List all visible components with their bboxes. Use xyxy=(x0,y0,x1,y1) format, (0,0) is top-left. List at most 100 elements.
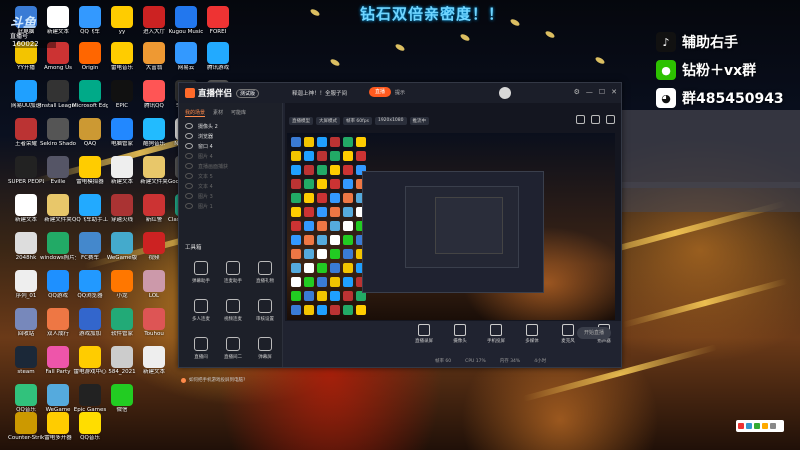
ime-icon[interactable] xyxy=(738,423,744,429)
scene-row[interactable]: 图片 4 xyxy=(179,151,282,161)
desktop-icon[interactable]: QQ飞车 xyxy=(72,6,108,35)
desktop-icon[interactable]: 新建文本 xyxy=(136,346,172,375)
eye-icon[interactable] xyxy=(185,203,193,209)
desktop-icon[interactable]: 视频 xyxy=(136,232,172,261)
desktop-icon[interactable]: Kugou Music xyxy=(168,6,204,35)
stream-title[interactable]: 释迦上神！！全服子间 xyxy=(292,89,347,97)
live-companion-window[interactable]: 直播伴侣 测试版 释迦上神！！全服子间 直播 提示 ⚙ — ☐ ✕ 我的场景 素… xyxy=(178,82,622,383)
scene-row[interactable]: 图片 1 xyxy=(179,201,282,211)
desktop-icon[interactable]: Eville xyxy=(40,156,76,185)
desktop-icon[interactable]: QQ音乐 xyxy=(72,412,108,441)
eye-icon[interactable] xyxy=(185,173,193,179)
start-live-button[interactable]: 开始直播 xyxy=(577,327,611,339)
desktop-icon[interactable]: 腾讯QQ xyxy=(136,80,172,109)
avatar[interactable] xyxy=(499,87,511,99)
desktop-icon[interactable]: Origin xyxy=(72,42,108,71)
desktop-icon[interactable]: Microsoft Edge xyxy=(72,80,108,109)
scene-row[interactable]: 直播画面捕获 xyxy=(179,161,282,171)
desktop-icon[interactable]: QQ音乐 xyxy=(8,384,44,413)
desktop-icon[interactable]: 酷狗音乐 xyxy=(136,118,172,147)
desktop-icon[interactable]: Sekiro Shadow... xyxy=(40,118,76,147)
scene-row[interactable]: 文本 5 xyxy=(179,171,282,181)
desktop-icon[interactable]: Fall Party xyxy=(40,346,76,375)
bottom-tool[interactable]: 直播录屏 xyxy=(407,324,441,344)
desktop-icon[interactable]: Epic Games xyxy=(72,384,108,413)
eye-icon[interactable] xyxy=(185,133,193,139)
preview-chip[interactable]: 帧率 60fps xyxy=(343,117,372,125)
desktop-icon[interactable]: 新建文本 xyxy=(8,194,44,223)
desktop-icon[interactable]: Counter-Strike Global Off... xyxy=(8,412,44,441)
layout-icon[interactable] xyxy=(606,115,615,124)
desktop-icon[interactable]: EPIC xyxy=(104,80,140,109)
settings-icon[interactable] xyxy=(770,423,776,429)
preview-chip[interactable]: 大屏模式 xyxy=(316,117,340,125)
scene-row[interactable]: 摄像头 2 xyxy=(179,121,282,131)
scene-row[interactable]: 文本 4 xyxy=(179,181,282,191)
tool-button[interactable]: 直播间二 xyxy=(219,337,247,360)
title-bar[interactable]: 直播伴侣 测试版 释迦上神！！全服子间 直播 提示 ⚙ — ☐ ✕ xyxy=(179,83,621,103)
desktop-icon[interactable]: yy xyxy=(104,6,140,35)
preview-chip[interactable]: 1920x1080 xyxy=(374,117,407,125)
system-tray[interactable] xyxy=(736,420,784,432)
tab-materials[interactable]: 素材 xyxy=(213,109,223,117)
tool-button[interactable]: 连麦助手 xyxy=(219,261,247,284)
eye-icon[interactable] xyxy=(185,163,193,169)
desktop-icon[interactable]: QQ游戏 xyxy=(40,270,76,299)
desktop-icon[interactable]: 进入大厅 xyxy=(136,6,172,35)
desktop-icon[interactable]: 双人成行 xyxy=(40,308,76,337)
tool-button[interactable]: 视频连麦 xyxy=(219,299,247,322)
desktop-icon[interactable]: Install League o... xyxy=(40,80,76,109)
desktop-icon[interactable]: FC赛车 xyxy=(72,232,108,261)
desktop-icon[interactable]: 回收站 xyxy=(8,308,44,337)
volume-icon[interactable] xyxy=(754,423,760,429)
bottom-tool[interactable]: 多媒体 xyxy=(515,324,549,344)
desktop-icon[interactable]: 新建文件夹 xyxy=(136,156,172,185)
tip-bar[interactable]: 如何把手机游戏投屏到电脑? xyxy=(181,375,281,385)
desktop-icon[interactable]: 序列_01 xyxy=(8,270,44,299)
desktop-icon[interactable]: 网易云 xyxy=(168,42,204,71)
settings-icon[interactable]: ⚙ xyxy=(574,88,580,96)
desktop-icon[interactable]: FOREI xyxy=(200,6,236,35)
desktop-icon[interactable]: 雷电游戏中心 xyxy=(72,346,108,375)
tool-button[interactable]: 多人连麦 xyxy=(187,299,215,322)
record-icon[interactable] xyxy=(576,115,585,124)
preview-chip[interactable]: 推流中 xyxy=(409,117,430,125)
bottom-tool[interactable]: 手机投屏 xyxy=(479,324,513,344)
tool-button[interactable]: 直播礼物 xyxy=(251,261,279,284)
eye-icon[interactable] xyxy=(185,153,193,159)
desktop-icon[interactable]: 腾讯游戏 xyxy=(200,42,236,71)
desktop-icon[interactable]: 软件管家 xyxy=(104,308,140,337)
desktop-icon[interactable]: Touhou xyxy=(136,308,172,337)
preview-chip[interactable]: 直播模型 xyxy=(289,117,313,125)
desktop-icon[interactable]: QAQ xyxy=(72,118,108,147)
desktop-icon[interactable]: 王者荣耀 xyxy=(8,118,44,147)
desktop-icon[interactable]: 雷电音乐 xyxy=(104,42,140,71)
desktop-icon[interactable]: 新红警 xyxy=(136,194,172,223)
desktop-icon[interactable]: QQ浏览器 xyxy=(72,270,108,299)
minimize-icon[interactable]: — xyxy=(586,88,593,96)
desktop-icon[interactable]: 穿越火线 xyxy=(104,194,140,223)
desktop-icon[interactable]: 2048hk xyxy=(8,232,44,261)
desktop-icon[interactable]: LOL xyxy=(136,270,172,299)
eye-icon[interactable] xyxy=(185,193,193,199)
desktop-icon[interactable]: 大富翁 xyxy=(136,42,172,71)
tab-library[interactable]: 可能库 xyxy=(231,109,246,117)
prompt-link[interactable]: 提示 xyxy=(395,89,405,96)
tool-button[interactable]: 弹幕助手 xyxy=(187,261,215,284)
network-icon[interactable] xyxy=(746,423,752,429)
scene-row[interactable]: 窗口 4 xyxy=(179,141,282,151)
desktop-icon[interactable]: 小龙 xyxy=(104,270,140,299)
tool-button[interactable]: 审核设置 xyxy=(251,299,279,322)
tool-button[interactable]: 弹幕屏 xyxy=(251,337,279,360)
maximize-icon[interactable]: ☐ xyxy=(599,88,605,96)
desktop-icon[interactable]: 网易UU加速 xyxy=(8,80,44,109)
desktop-icon[interactable]: 雷电模拟器 xyxy=(72,156,108,185)
desktop-icon[interactable]: 雷电多开器 xyxy=(40,412,76,441)
eye-icon[interactable] xyxy=(185,123,193,129)
notification-icon[interactable] xyxy=(762,423,768,429)
desktop-icon[interactable]: windows照片查看器 xyxy=(40,232,76,261)
scene-row[interactable]: 浏览器 xyxy=(179,131,282,141)
eye-icon[interactable] xyxy=(185,183,193,189)
desktop-icon[interactable]: 游戏加加 xyxy=(72,308,108,337)
eye-icon[interactable] xyxy=(185,143,193,149)
